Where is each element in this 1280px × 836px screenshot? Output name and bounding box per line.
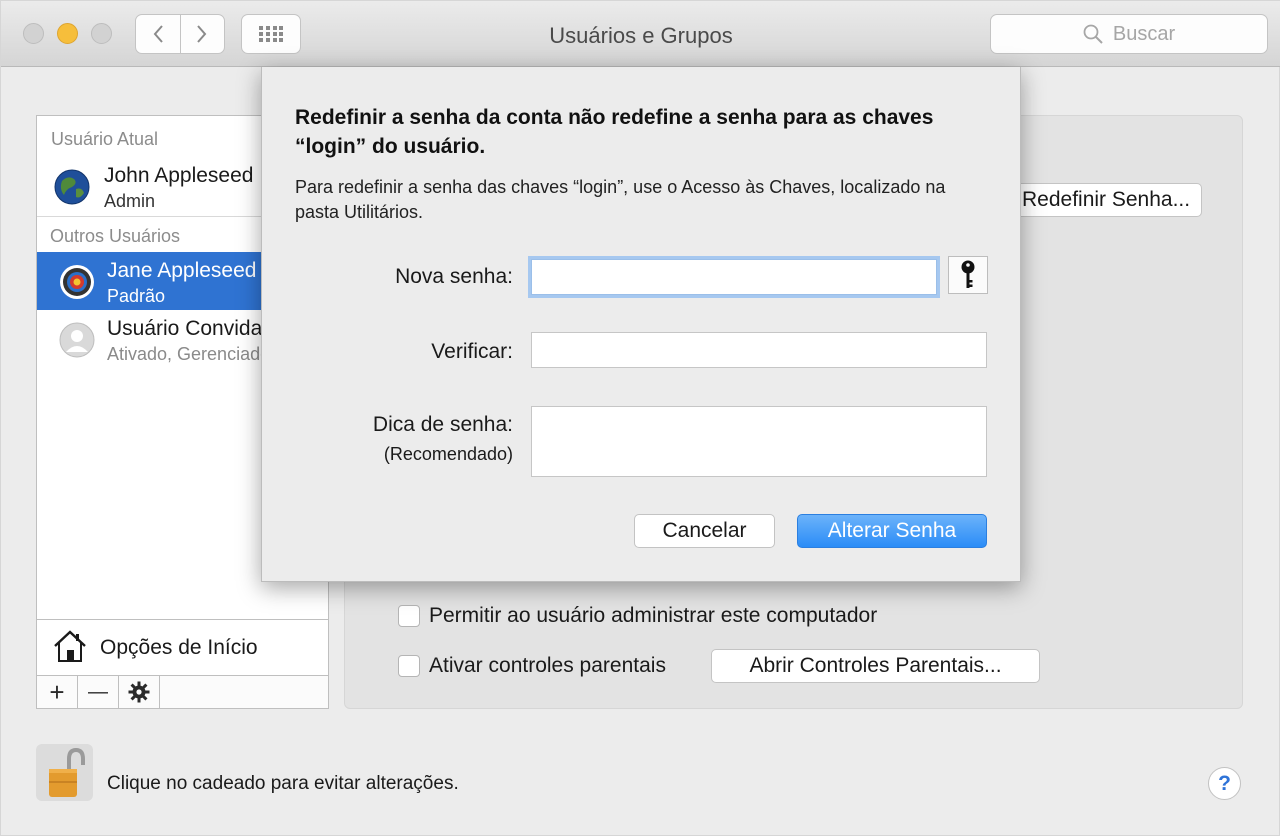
sheet-description: Para redefinir a senha das chaves “login… [295,177,946,222]
add-user-button[interactable]: + [37,676,78,708]
key-icon [961,260,975,288]
verify-password-field[interactable] [531,332,987,368]
person-avatar-icon [59,322,95,358]
parental-controls-row: Ativar controles parentais [398,654,666,678]
unlocked-padlock-icon [48,747,85,797]
lock-hint-text: Clique no cadeado para evitar alterações… [107,773,459,794]
remove-user-button[interactable]: — [78,676,119,708]
house-icon [54,630,86,662]
earth-avatar-icon [54,169,90,205]
verify-label: Verificar: [431,340,513,363]
search-icon [1083,24,1103,44]
hint-label: Dica de senha: [372,413,513,436]
parental-controls-checkbox[interactable] [398,655,420,677]
hint-sublabel: (Recomendado) [383,444,513,464]
help-button[interactable]: ? [1208,767,1241,800]
new-password-field[interactable] [531,259,937,295]
other-users-header: Outros Usuários [50,226,181,246]
new-password-label: Nova senha: [395,265,513,288]
parental-controls-label: Ativar controles parentais [429,654,666,677]
password-assistant-button[interactable] [948,256,988,294]
search-field[interactable]: Buscar [990,14,1268,54]
user-role: Padrão [107,286,166,306]
login-options-item[interactable]: Opções de Início [36,619,329,676]
allow-admin-label: Permitir ao usuário administrar este com… [429,604,878,627]
titlebar: Usuários e Grupos Buscar [1,1,1280,67]
target-avatar-icon [60,265,94,299]
reset-password-button[interactable]: Redefinir Senha... [1001,183,1202,217]
user-name: Jane Appleseed [107,259,257,282]
login-options-label: Opções de Início [100,636,258,659]
current-user-header: Usuário Atual [51,129,159,149]
user-role: Ativado, Gerenciado [107,344,271,364]
list-actions-bar: + — [36,676,329,709]
password-hint-field[interactable] [531,406,987,477]
user-name: John Appleseed [104,164,254,187]
cancel-button[interactable]: Cancelar [634,514,775,548]
gear-icon [128,681,150,703]
reset-password-sheet: Redefinir a senha da conta não redefine … [261,67,1021,582]
user-role: Admin [104,191,156,211]
change-password-button[interactable]: Alterar Senha [797,514,987,548]
allow-admin-checkbox[interactable] [398,605,420,627]
search-placeholder: Buscar [1112,22,1176,45]
allow-admin-row: Permitir ao usuário administrar este com… [398,604,877,628]
open-parental-controls-button[interactable]: Abrir Controles Parentais... [711,649,1040,683]
users-groups-window: Usuários e Grupos Buscar Redefinir Senha… [0,0,1280,836]
gear-button[interactable] [119,676,160,708]
sheet-title: Redefinir a senha da conta não redefine … [295,106,934,158]
user-name: Usuário Convidado [107,317,286,340]
lock-button[interactable] [36,744,93,801]
